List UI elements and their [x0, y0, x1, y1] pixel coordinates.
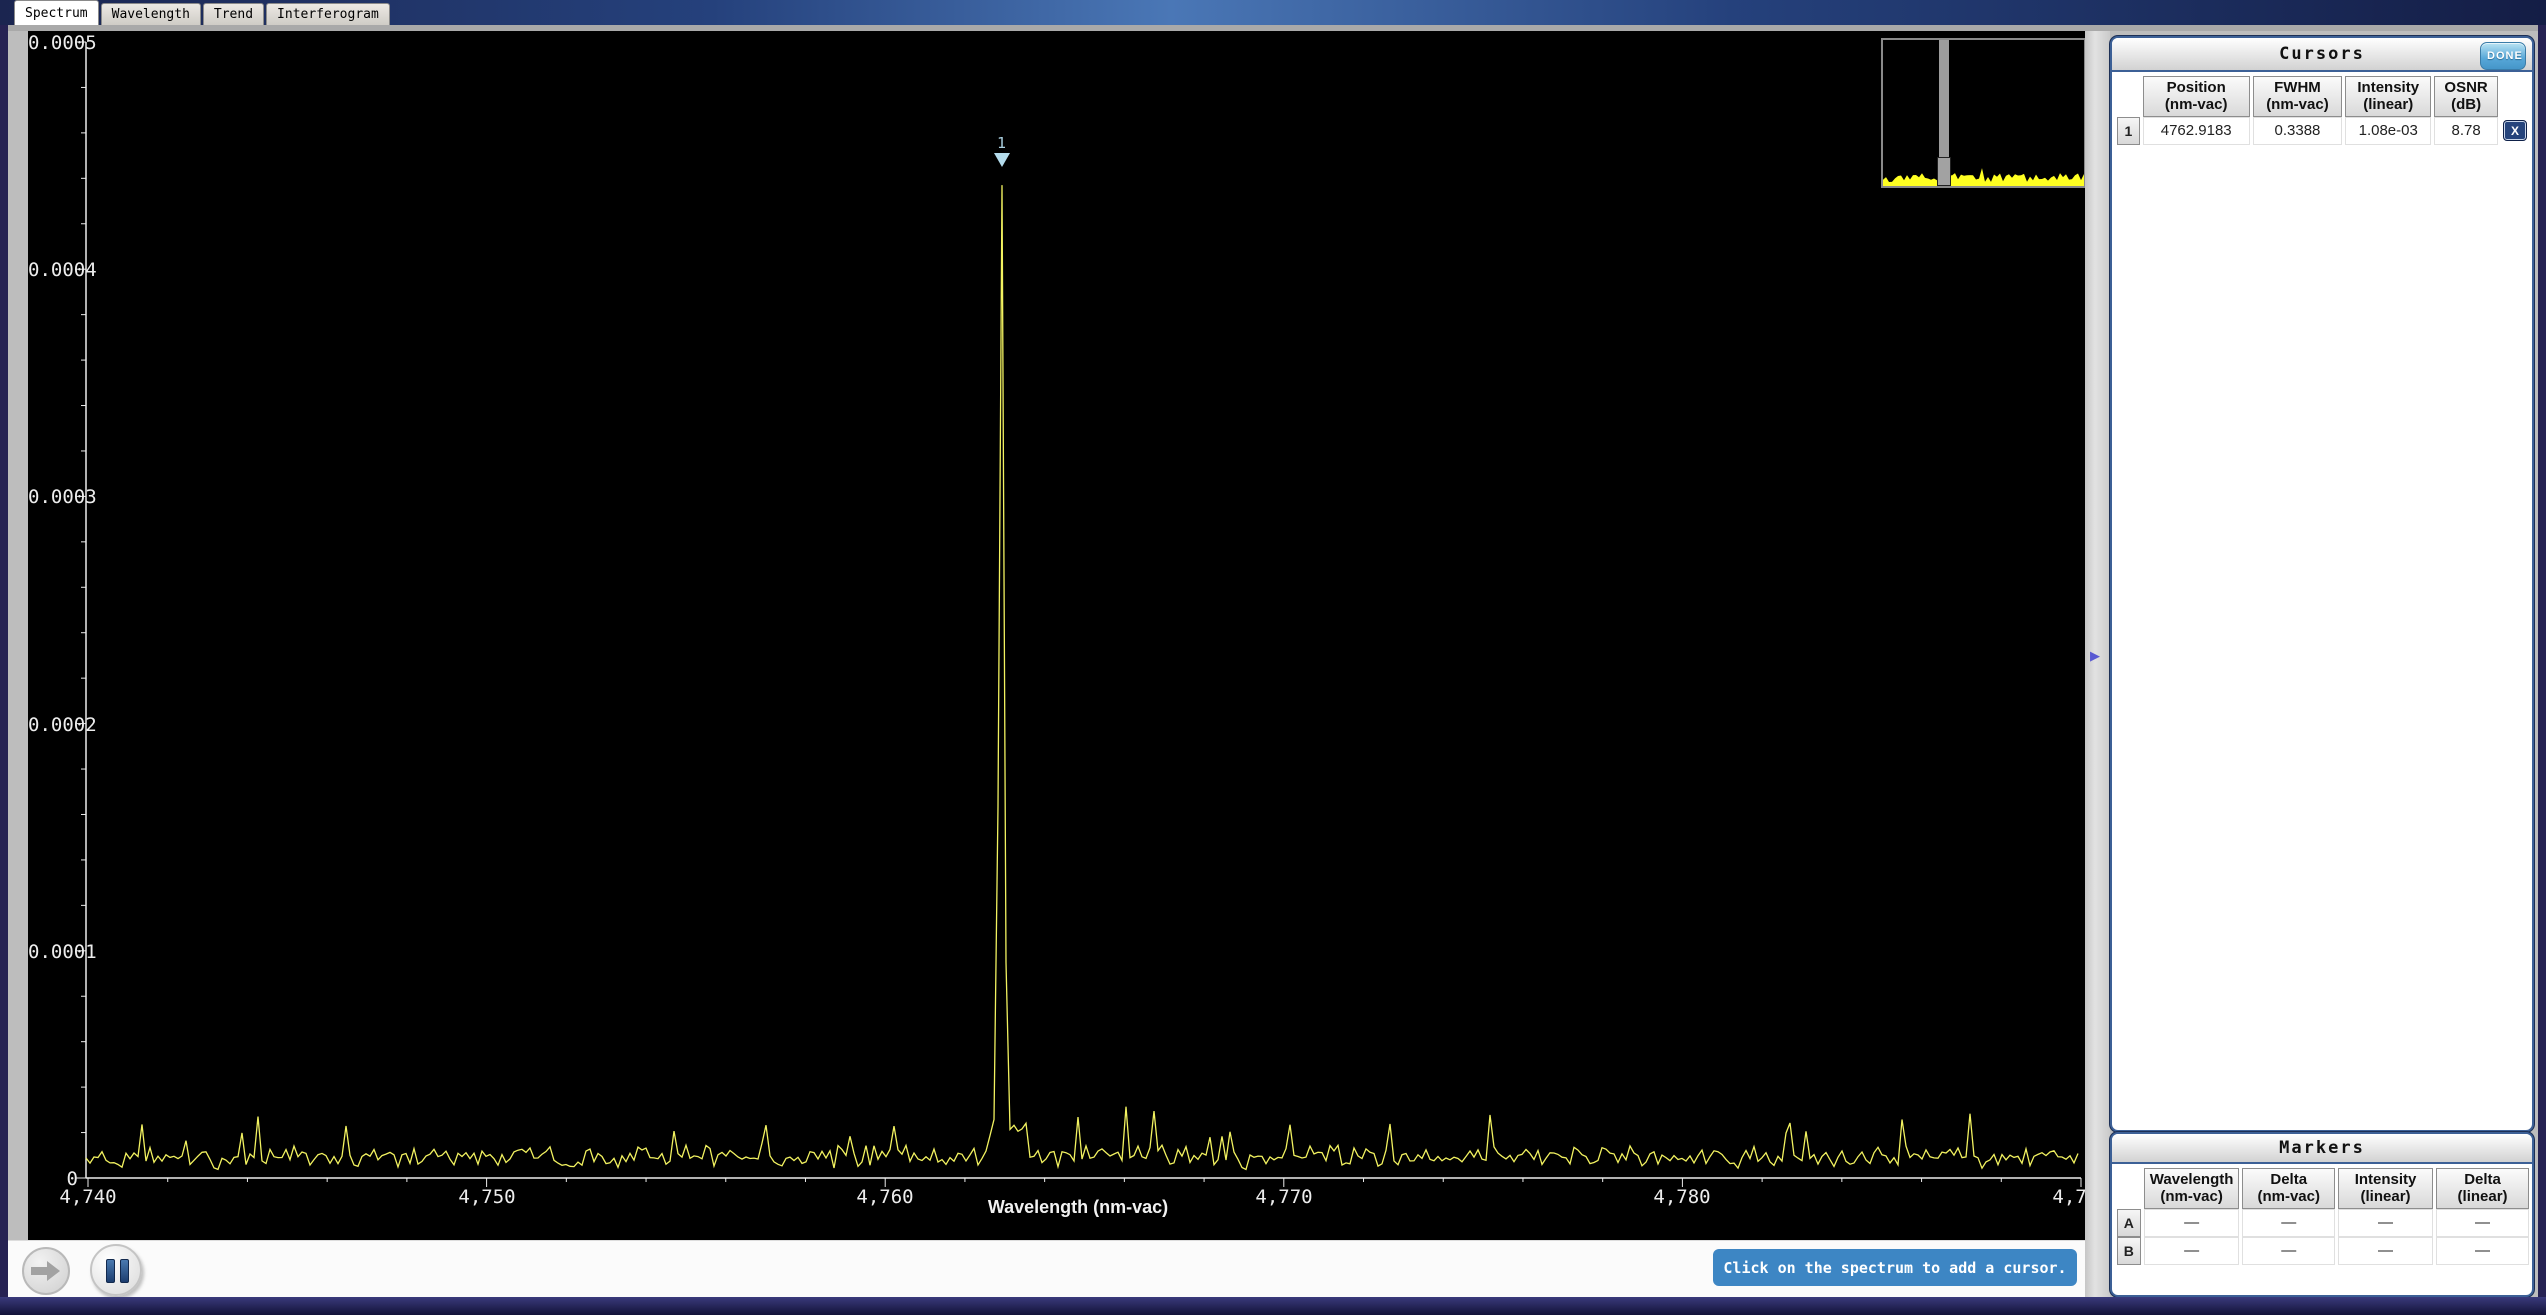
y-tick-label: 0: [28, 1168, 78, 1188]
marker-b-wavelength: —: [2144, 1237, 2240, 1265]
col-wavelength: Wavelength(nm-vac): [2144, 1168, 2240, 1209]
y-tick-label: 0.0005: [28, 32, 78, 52]
tab-spectrum[interactable]: Spectrum: [14, 0, 99, 25]
marker-b-intensity: —: [2338, 1237, 2433, 1265]
x-tick-label: 4,740: [48, 1186, 128, 1208]
cursor-1-label: 1: [993, 134, 1011, 152]
x-tick-label: 4,780: [1642, 1186, 1722, 1208]
marker-a-intensity: —: [2338, 1209, 2433, 1237]
cursors-table: Position(nm-vac) FWHM(nm-vac) Intensity(…: [2114, 76, 2532, 145]
single-acquire-button[interactable]: [22, 1247, 70, 1295]
spectrum-plot[interactable]: 0.0005 0.0004 0.0003 0.0002 0.0001 0 4,7…: [28, 31, 2085, 1240]
cursor-position-value: 4762.9183: [2143, 117, 2250, 145]
control-strip: Click on the spectrum to add a cursor.: [8, 1240, 2085, 1298]
overview-inset[interactable]: [1881, 38, 2086, 188]
y-tick-label: 0.0004: [28, 259, 78, 279]
markers-panel-header: Markers: [2112, 1134, 2532, 1164]
cursor-fwhm-value: 0.3388: [2253, 117, 2343, 145]
pause-icon: [106, 1259, 129, 1283]
tab-bar: Spectrum Wavelength Trend Interferogram: [14, 2, 390, 25]
marker-a-cell[interactable]: A: [2117, 1209, 2141, 1237]
marker-a-delta-linear: —: [2436, 1209, 2529, 1237]
forward-arrow-icon: [31, 1260, 61, 1282]
col-osnr: OSNR(dB): [2434, 76, 2498, 117]
overview-trace: [1883, 40, 2084, 186]
corner-cell: [2501, 76, 2529, 117]
view-region-handle[interactable]: [1937, 157, 1951, 186]
spectrum-trace: [28, 31, 2085, 1240]
col-intensity: Intensity(linear): [2338, 1168, 2433, 1209]
y-tick-label: 0.0002: [28, 714, 78, 734]
pause-button[interactable]: [90, 1244, 142, 1296]
cursor-intensity-value: 1.08e-03: [2345, 117, 2431, 145]
x-axis-title: Wavelength (nm-vac): [878, 1197, 1278, 1218]
marker-row-b: B — — — —: [2117, 1237, 2529, 1265]
cursors-panel: Cursors DONE Position(nm-vac) FWHM(nm-va…: [2110, 36, 2534, 1132]
marker-a-wavelength: —: [2144, 1209, 2240, 1237]
marker-b-delta-linear: —: [2436, 1237, 2529, 1265]
marker-b-delta-nm: —: [2242, 1237, 2335, 1265]
cursor-1-marker[interactable]: 1: [993, 134, 1011, 167]
marker-row-a: A — — — —: [2117, 1209, 2529, 1237]
col-fwhm: FWHM(nm-vac): [2253, 76, 2343, 117]
cursors-panel-header: Cursors DONE: [2112, 38, 2532, 72]
corner-cell: [2117, 1168, 2141, 1209]
tab-interferogram[interactable]: Interferogram: [266, 3, 390, 25]
col-delta-nm: Delta(nm-vac): [2242, 1168, 2335, 1209]
wavelength-meter-window: Spectrum Wavelength Trend Interferogram …: [0, 0, 2546, 1315]
markers-table: Wavelength(nm-vac) Delta(nm-vac) Intensi…: [2114, 1168, 2532, 1265]
y-tick-label: 0.0003: [28, 486, 78, 506]
col-position: Position(nm-vac): [2143, 76, 2250, 117]
col-delta-linear: Delta(linear): [2436, 1168, 2529, 1209]
markers-panel: Markers Wavelength(nm-vac) Delta(nm-vac)…: [2110, 1132, 2534, 1297]
x-tick-label: 4,750: [447, 1186, 527, 1208]
marker-b-cell[interactable]: B: [2117, 1237, 2141, 1265]
col-intensity: Intensity(linear): [2345, 76, 2431, 117]
cursor-row-1: 1 4762.9183 0.3388 1.08e-03 8.78 X: [2117, 117, 2529, 145]
down-triangle-marker-icon: [994, 153, 1010, 167]
y-tick-label: 0.0001: [28, 941, 78, 961]
right-triangle-icon[interactable]: ▶: [2090, 649, 2100, 664]
tab-trend[interactable]: Trend: [203, 3, 264, 25]
row-number-cell: 1: [2117, 117, 2140, 145]
markers-panel-title: Markers: [2279, 1138, 2365, 1158]
cursors-panel-title: Cursors: [2279, 44, 2365, 64]
corner-cell: [2117, 76, 2140, 117]
delete-cell: X: [2501, 117, 2529, 145]
window-bottom-border: [0, 1297, 2546, 1315]
hint-tooltip: Click on the spectrum to add a cursor.: [1713, 1249, 2077, 1286]
cursor-osnr-value: 8.78: [2434, 117, 2498, 145]
delete-cursor-button[interactable]: X: [2503, 120, 2527, 141]
tab-wavelength[interactable]: Wavelength: [101, 3, 201, 25]
panel-gutter: ▶: [2085, 31, 2110, 1297]
marker-a-delta-nm: —: [2242, 1209, 2335, 1237]
client-area: 0.0005 0.0004 0.0003 0.0002 0.0001 0 4,7…: [8, 31, 2538, 1297]
done-button[interactable]: DONE: [2480, 42, 2526, 70]
